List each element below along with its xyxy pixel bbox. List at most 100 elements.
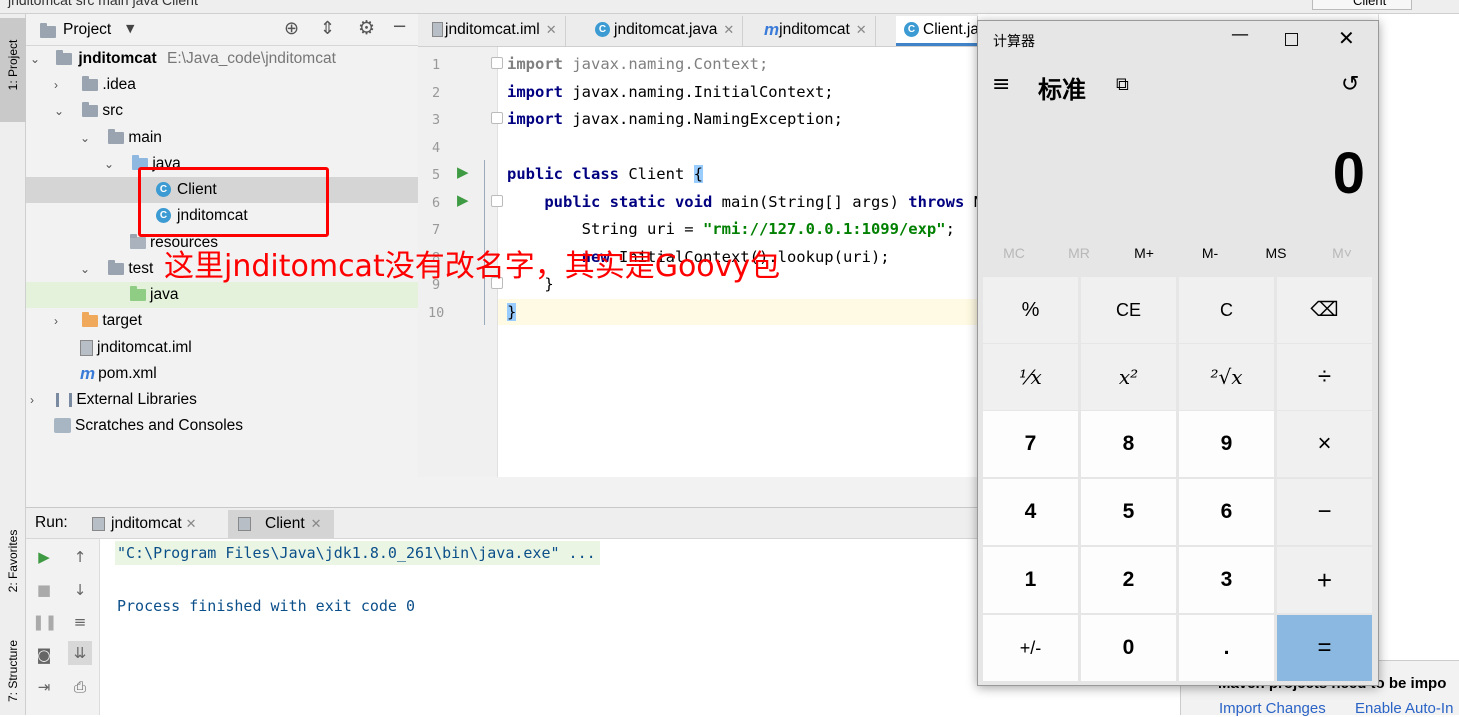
maven-icon: m xyxy=(80,364,96,383)
scroll-up-icon[interactable]: ↑ xyxy=(68,545,92,569)
chevron-down-icon[interactable]: ⌄ xyxy=(80,125,94,151)
gear-icon[interactable]: ⚙ xyxy=(358,17,375,39)
digit-6-button[interactable]: 6 xyxy=(1179,479,1274,545)
locate-icon[interactable]: ⊕ xyxy=(284,18,299,39)
project-view-title[interactable]: Project xyxy=(63,21,111,39)
chevron-down-icon[interactable]: ⌄ xyxy=(30,46,44,72)
close-icon[interactable]: ✕ xyxy=(546,22,557,37)
keep-on-top-icon[interactable]: ⧉ xyxy=(1116,74,1129,95)
negate-button[interactable]: +/- xyxy=(983,615,1078,681)
memory-subtract-button[interactable]: M- xyxy=(1177,245,1243,261)
print-icon[interactable]: ⎙ xyxy=(68,675,92,699)
tree-item-test[interactable]: ⌄ test xyxy=(80,256,153,282)
camera-icon[interactable]: ◙ xyxy=(32,643,56,667)
hamburger-menu-icon[interactable]: ≡ xyxy=(992,72,1010,97)
left-tool-strip: 1: Project 2: Favorites 7: Structure xyxy=(0,14,26,715)
tree-item-scratches[interactable]: Scratches and Consoles xyxy=(54,413,243,439)
chevron-down-icon[interactable]: ⌄ xyxy=(80,256,94,282)
tree-item-main[interactable]: ⌄ main xyxy=(80,125,162,151)
run-tab-jnditomcat[interactable]: jnditomcat ✕ xyxy=(92,510,197,538)
collapse-icon[interactable]: ⇕ xyxy=(320,18,335,39)
minimize-icon[interactable]: — xyxy=(1225,24,1255,45)
close-icon[interactable]: ✕ xyxy=(1338,26,1355,50)
percent-button[interactable]: % xyxy=(983,277,1078,343)
chevron-right-icon[interactable]: › xyxy=(30,387,44,413)
equals-button[interactable]: = xyxy=(1277,615,1372,681)
tree-item-idea[interactable]: › .idea xyxy=(54,72,136,98)
structure-tool-label: 7: Structure xyxy=(6,639,20,703)
memory-clear-button[interactable]: MC xyxy=(981,245,1047,261)
subtract-button[interactable]: − xyxy=(1277,479,1372,545)
clear-entry-button[interactable]: CE xyxy=(1081,277,1176,343)
digit-7-button[interactable]: 7 xyxy=(983,411,1078,477)
maximize-icon[interactable] xyxy=(1285,33,1298,46)
backspace-button[interactable]: ⌫ xyxy=(1277,277,1372,343)
close-icon[interactable]: ✕ xyxy=(186,516,197,531)
run-tab-client[interactable]: Client ✕ xyxy=(228,510,334,538)
decimal-button[interactable]: . xyxy=(1179,615,1274,681)
tree-item-src[interactable]: ⌄ src xyxy=(54,98,123,124)
chevron-right-icon[interactable]: › xyxy=(54,308,68,334)
minimize-icon[interactable]: − xyxy=(392,16,407,37)
chevron-down-icon[interactable]: ⌄ xyxy=(54,98,68,124)
memory-recall-button[interactable]: MR xyxy=(1046,245,1112,261)
pause-icon[interactable]: ❚❚ xyxy=(32,610,57,634)
square-button[interactable]: x² xyxy=(1081,344,1176,410)
tab-jnditomcat-pom[interactable]: mjnditomcat ✕ xyxy=(756,16,876,46)
close-icon[interactable]: ✕ xyxy=(723,22,734,37)
memory-store-button[interactable]: MS xyxy=(1243,245,1309,261)
multiply-button[interactable]: × xyxy=(1277,411,1372,477)
scroll-down-icon[interactable]: ↓ xyxy=(68,578,92,602)
tab-jnditomcat-iml[interactable]: jnditomcat.iml ✕ xyxy=(424,16,566,46)
structure-tool-button[interactable]: 7: Structure xyxy=(0,634,26,714)
digit-3-button[interactable]: 3 xyxy=(1179,547,1274,613)
square-root-button[interactable]: ²√x xyxy=(1179,344,1274,410)
scroll-to-end-icon[interactable]: ⇊ xyxy=(68,641,92,665)
tree-item-root[interactable]: ⌄ jnditomcat E:\Java_code\jnditomcat xyxy=(30,46,336,72)
code-line-2: import javax.naming.InitialContext; xyxy=(507,83,834,101)
clear-button[interactable]: C xyxy=(1179,277,1274,343)
run-class-icon[interactable]: ▶ xyxy=(457,163,469,181)
chevron-down-icon[interactable]: ⌄ xyxy=(104,151,118,177)
close-icon[interactable]: ✕ xyxy=(856,22,867,37)
rerun-icon[interactable]: ▶ xyxy=(32,545,56,569)
login-icon[interactable]: ⇥ xyxy=(32,675,56,699)
divide-button[interactable]: ÷ xyxy=(1277,344,1372,410)
tab-jnditomcat-java[interactable]: Cjnditomcat.java ✕ xyxy=(587,16,744,46)
run-main-icon[interactable]: ▶ xyxy=(457,191,469,209)
tree-item-pom[interactable]: m pom.xml xyxy=(80,361,157,387)
close-icon[interactable]: ✕ xyxy=(311,516,322,531)
fold-icon[interactable] xyxy=(491,112,503,124)
soft-wrap-icon[interactable]: ≡ xyxy=(68,610,92,634)
chevron-down-icon[interactable]: ▼ xyxy=(126,22,134,35)
fold-icon[interactable] xyxy=(491,57,503,69)
stop-icon[interactable]: ■ xyxy=(32,578,56,602)
console-output[interactable] xyxy=(100,539,978,715)
memory-add-button[interactable]: M+ xyxy=(1111,245,1177,261)
digit-1-button[interactable]: 1 xyxy=(983,547,1078,613)
digit-4-button[interactable]: 4 xyxy=(983,479,1078,545)
reciprocal-button[interactable]: ¹⁄x xyxy=(983,344,1078,410)
enable-auto-import-link[interactable]: Enable Auto-In xyxy=(1355,700,1453,717)
run-config-select[interactable]: Client xyxy=(1312,0,1412,10)
fold-icon[interactable] xyxy=(491,195,503,207)
digit-0-button[interactable]: 0 xyxy=(1081,615,1176,681)
digit-5-button[interactable]: 5 xyxy=(1081,479,1176,545)
digit-2-button[interactable]: 2 xyxy=(1081,547,1176,613)
breadcrumb[interactable]: jnditomcat src main java Client xyxy=(8,0,198,8)
tree-item-target[interactable]: › target xyxy=(54,308,142,334)
digit-8-button[interactable]: 8 xyxy=(1081,411,1176,477)
favorites-tool-button[interactable]: 2: Favorites xyxy=(0,514,26,614)
tree-item-iml[interactable]: jnditomcat.iml xyxy=(80,335,192,361)
tree-item-label: pom.xml xyxy=(98,365,157,383)
run-label: Run: xyxy=(35,514,68,531)
add-button[interactable]: + xyxy=(1277,547,1372,613)
import-changes-link[interactable]: Import Changes xyxy=(1219,700,1326,717)
digit-9-button[interactable]: 9 xyxy=(1179,411,1274,477)
memory-list-button[interactable]: M˅ xyxy=(1309,245,1375,261)
chevron-right-icon[interactable]: › xyxy=(54,72,68,98)
tree-item-external-libraries[interactable]: › External Libraries xyxy=(30,387,197,413)
tab-client[interactable]: C Client.ja xyxy=(896,16,978,46)
history-icon[interactable]: ↺ xyxy=(1341,72,1359,97)
project-tool-button[interactable]: 1: Project xyxy=(0,18,26,122)
